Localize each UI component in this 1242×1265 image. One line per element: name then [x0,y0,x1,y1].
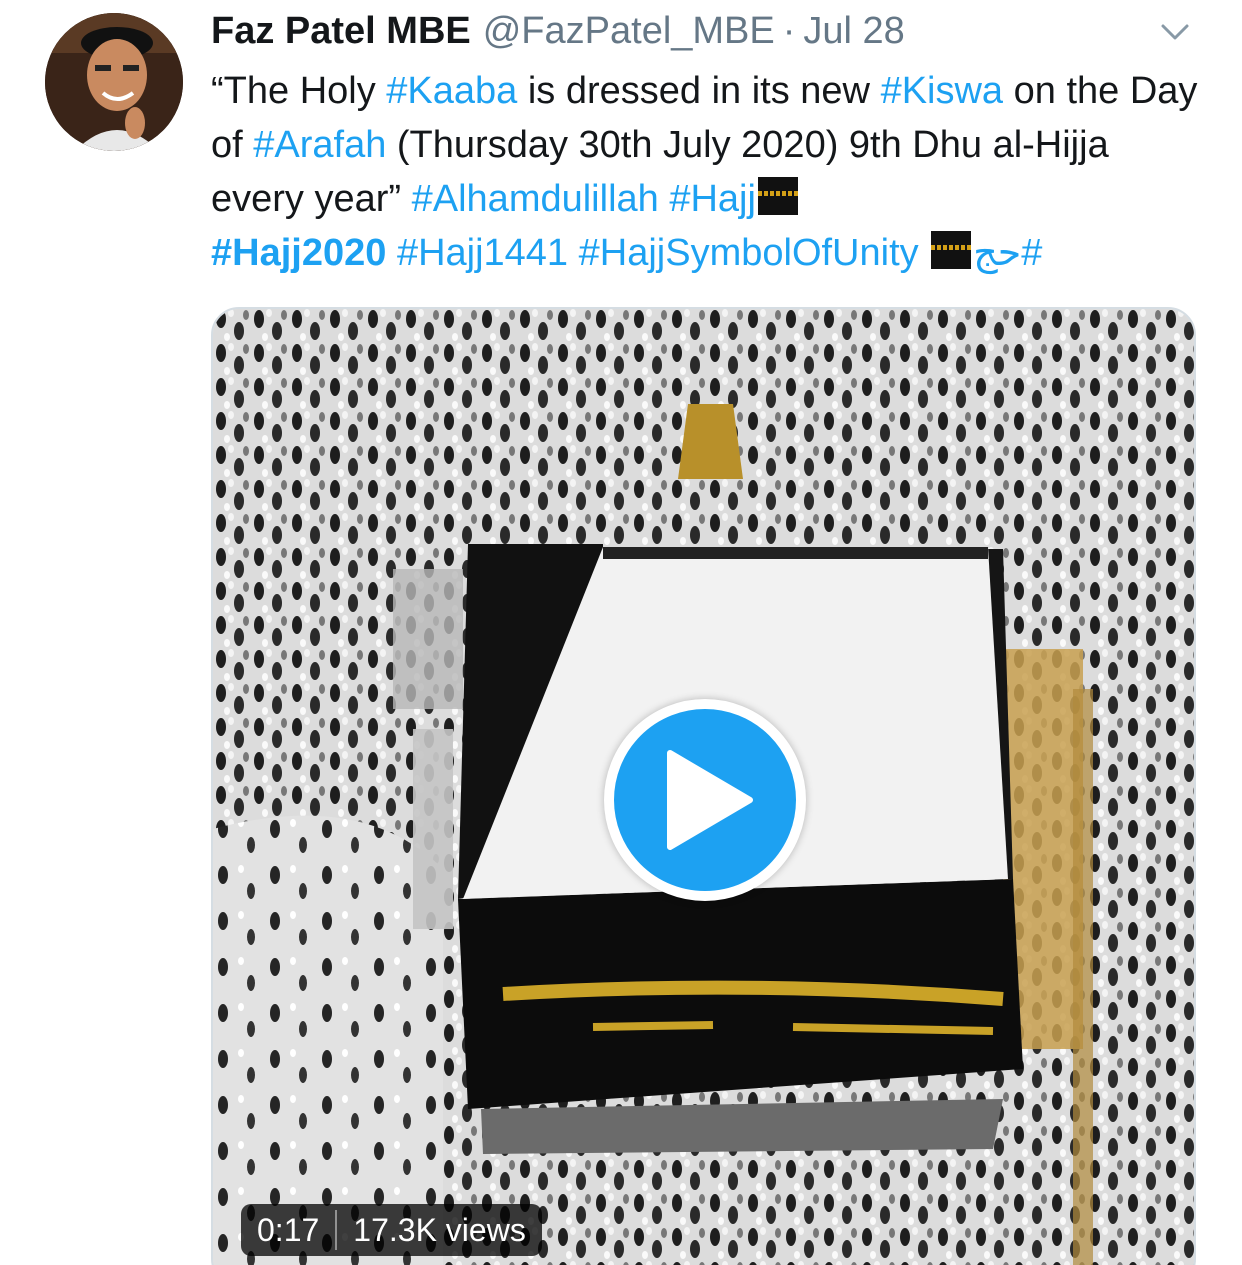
video-player[interactable]: 0:17 17.3K views [211,307,1196,1265]
tweet-header: Faz Patel MBE @FazPatel_MBE · Jul 28 [211,8,905,54]
view-count: 17.3K views [353,1212,526,1248]
hashtag-kiswa[interactable]: #Kiswa [881,70,1004,112]
handle[interactable]: @FazPatel_MBE [483,10,775,52]
tweet-text-body: “The Holy #Kaaba is dressed in its new #… [211,70,1197,220]
hashtag-hajj1441[interactable]: #Hajj1441 [397,232,568,274]
hashtag-hajj2020[interactable]: #Hajj2020 [211,232,386,274]
hashtag-hajj-arabic[interactable]: #حج [973,232,1042,274]
hashtag-hajj[interactable]: #Hajj [669,178,756,220]
avatar-photo [45,13,183,151]
hashtag-hajjsymbolofunity[interactable]: #HajjSymbolOfUnity [579,232,919,274]
tweet-text: “The Holy #Kaaba is dressed in its new #… [211,64,1201,280]
video-duration: 0:17 [257,1212,320,1248]
tweet-text-fragment: “The Holy [211,70,387,112]
play-icon [667,750,753,850]
hashtag-alhamdulillah[interactable]: #Alhamdulillah [412,178,659,220]
tweet-text-fragment: is dressed in its new [517,70,881,112]
tweet-date[interactable]: Jul 28 [803,10,904,52]
hashtag-kaaba[interactable]: #Kaaba [386,70,517,112]
hashtag-arafah[interactable]: #Arafah [253,124,386,166]
video-meta-badge: 0:17 17.3K views [241,1204,542,1256]
avatar[interactable] [45,13,183,151]
display-name[interactable]: Faz Patel MBE [211,10,471,52]
chevron-down-icon[interactable] [1157,14,1193,50]
kaaba-emoji-icon [931,231,972,269]
separator-dot: · [782,10,796,52]
tweet-text-fragment [659,178,670,220]
kaaba-emoji-icon [757,177,798,215]
play-button[interactable] [604,699,806,901]
